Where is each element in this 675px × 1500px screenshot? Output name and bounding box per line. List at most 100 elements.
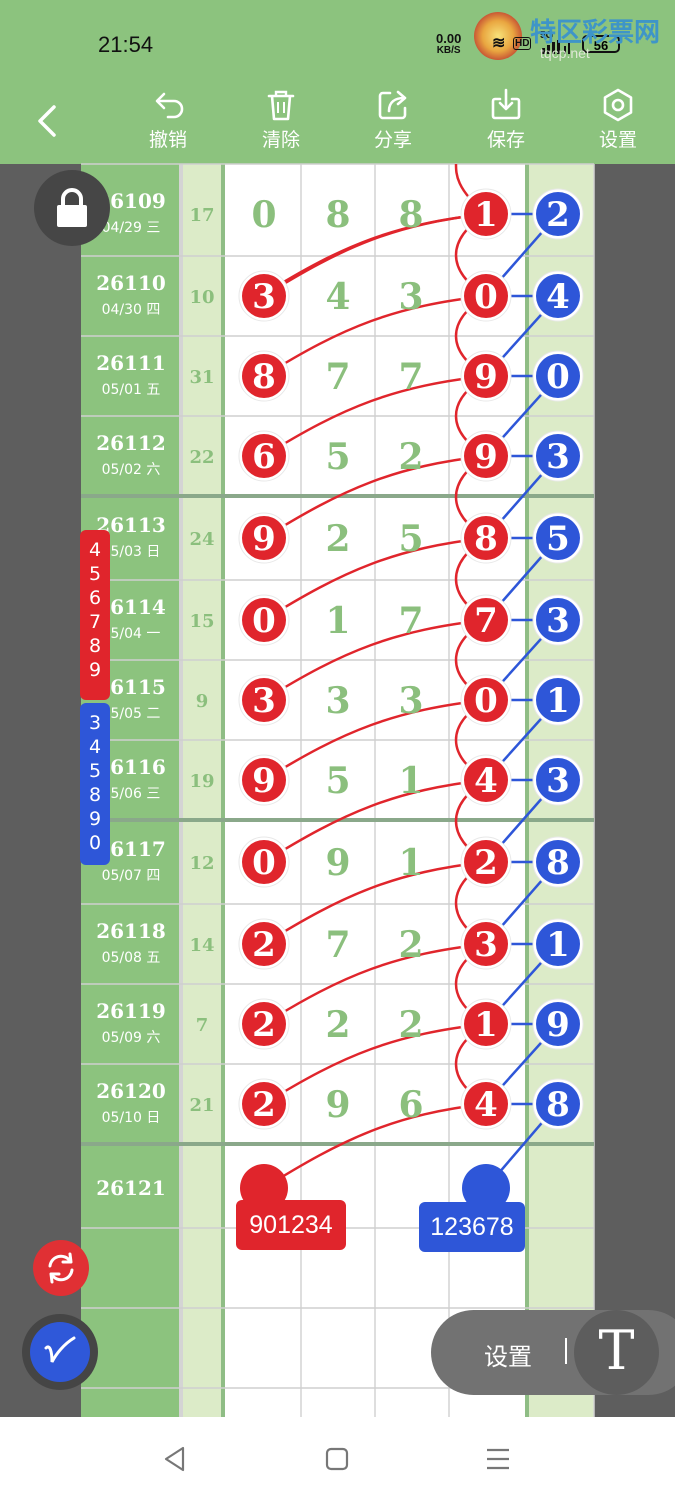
next-period-number: 26121 <box>96 1176 166 1200</box>
blue-ball-digit: 3 <box>546 761 570 801</box>
red-badge-digit: 6 <box>88 587 102 609</box>
red-ball-digit: 8 <box>474 519 498 559</box>
digit-value: 8 <box>325 194 350 236</box>
lock-icon <box>57 188 87 227</box>
digit-value: 4 <box>325 276 350 318</box>
system-nav-bar <box>0 1417 675 1500</box>
period-date: 04/29 三 <box>102 220 161 236</box>
period-number: 26119 <box>96 999 166 1023</box>
period-number: 26111 <box>96 351 166 375</box>
period-date: 05/05 二 <box>102 706 161 722</box>
sum-value: 22 <box>189 447 214 468</box>
sum-value: 15 <box>189 611 214 632</box>
red-ball-digit: 2 <box>252 1005 276 1045</box>
blue-ball-digit: 2 <box>546 195 570 235</box>
blue-ball-digit: 9 <box>546 1005 570 1045</box>
sum-value: 21 <box>189 1095 214 1116</box>
sum-value: 9 <box>196 691 209 712</box>
nav-menu-icon[interactable] <box>484 1445 512 1473</box>
red-ball-digit: 2 <box>252 1085 276 1125</box>
refresh-icon <box>48 1252 74 1284</box>
red-ball-digit: 3 <box>252 277 276 317</box>
digit-value: 7 <box>398 600 423 642</box>
red-badge-digit: 4 <box>88 539 102 561</box>
red-ball-digit: 6 <box>252 437 276 477</box>
digit-value: 0 <box>251 194 276 236</box>
blue-badge-digit: 9 <box>88 808 102 830</box>
red-badge-digit: 8 <box>88 635 102 657</box>
red-ball-digit: 2 <box>252 925 276 965</box>
refresh-button[interactable] <box>33 1240 89 1296</box>
red-ball-digit: 2 <box>474 843 498 883</box>
digit-value: 9 <box>325 842 350 884</box>
blue-number-badge[interactable]: 345890 <box>80 703 110 865</box>
sum-value: 7 <box>196 1015 209 1036</box>
nav-back-icon[interactable] <box>161 1445 189 1473</box>
nav-home-icon[interactable] <box>323 1445 351 1473</box>
blue-badge-digit: 5 <box>88 760 102 782</box>
red-ball-digit: 0 <box>252 843 276 883</box>
blue-badge-digit: 4 <box>88 736 102 758</box>
digit-value: 5 <box>325 760 350 802</box>
pill-separator <box>565 1338 567 1364</box>
period-number: 26112 <box>96 431 166 455</box>
red-ball-digit: 3 <box>252 681 276 721</box>
lock-button[interactable] <box>34 170 110 246</box>
sum-value: 12 <box>189 853 214 874</box>
period-number: 26120 <box>96 1079 166 1103</box>
digit-value: 7 <box>325 924 350 966</box>
period-date: 05/02 六 <box>102 462 161 478</box>
sum-value: 17 <box>189 205 214 226</box>
digit-value: 1 <box>325 600 350 642</box>
red-ball-digit: 3 <box>474 925 498 965</box>
period-date: 05/04 一 <box>102 626 161 642</box>
digit-value: 7 <box>398 356 423 398</box>
blue-ball-digit: 8 <box>546 843 570 883</box>
sum-value: 19 <box>189 771 214 792</box>
red-ball-digit: 1 <box>474 1005 498 1045</box>
digit-value: 8 <box>398 194 423 236</box>
red-ball-digit: 0 <box>474 277 498 317</box>
period-date: 05/08 五 <box>102 950 161 966</box>
digit-value: 2 <box>398 436 423 478</box>
period-date: 05/03 日 <box>102 544 161 560</box>
red-badge-digit: 9 <box>88 659 102 681</box>
pen-color-swatch <box>30 1322 90 1382</box>
red-ball-digit: 4 <box>474 761 498 801</box>
digit-value: 3 <box>398 680 423 722</box>
red-ball-digit: 4 <box>474 1085 498 1125</box>
period-number: 26110 <box>96 271 166 295</box>
pen-stroke-icon <box>44 1336 76 1363</box>
red-ball-digit: 9 <box>252 519 276 559</box>
red-ball-digit: 9 <box>474 357 498 397</box>
blue-badge-digit: 0 <box>88 832 102 854</box>
digit-value: 5 <box>398 518 423 560</box>
period-date: 05/09 六 <box>102 1030 161 1046</box>
period-date: 05/07 四 <box>102 868 161 884</box>
digit-value: 3 <box>325 680 350 722</box>
blue-badge-digit: 3 <box>88 712 102 734</box>
period-date: 05/10 日 <box>102 1110 161 1126</box>
digit-value: 5 <box>325 436 350 478</box>
blue-badge-digit: 8 <box>88 784 102 806</box>
period-date: 05/06 三 <box>102 786 161 802</box>
period-date: 04/30 四 <box>102 302 161 318</box>
period-date: 05/01 五 <box>102 382 161 398</box>
red-prediction-label[interactable]: 901234 <box>236 1200 346 1250</box>
red-badge-digit: 7 <box>88 611 102 633</box>
blue-ball-digit: 8 <box>546 1085 570 1125</box>
sum-value: 31 <box>189 367 214 388</box>
red-number-badge[interactable]: 456789 <box>80 530 110 700</box>
red-ball-digit: 7 <box>474 601 498 641</box>
blue-ball-digit: 1 <box>546 925 570 965</box>
blue-ball-digit: 5 <box>546 519 570 559</box>
digit-value: 3 <box>398 276 423 318</box>
digit-value: 9 <box>325 1084 350 1126</box>
blue-ball-digit: 1 <box>546 681 570 721</box>
digit-value: 7 <box>325 356 350 398</box>
digit-value: 6 <box>398 1084 423 1126</box>
pen-button[interactable] <box>22 1314 98 1390</box>
text-tool-button[interactable]: T <box>574 1310 659 1395</box>
blue-prediction-label[interactable]: 123678 <box>419 1202 525 1252</box>
floating-settings-label[interactable]: 设置 <box>484 1337 532 1372</box>
